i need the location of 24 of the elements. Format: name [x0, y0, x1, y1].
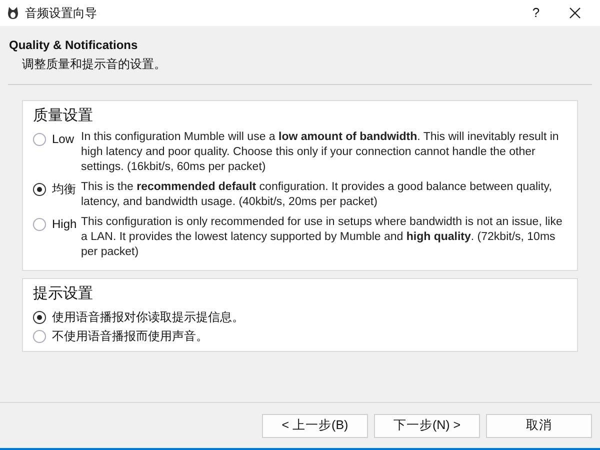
option-label: 使用语音播报对你读取提示提信息。 [52, 309, 244, 326]
group-title: 提示设置 [33, 284, 94, 304]
wizard-button[interactable]: < 上一步(B) [262, 414, 368, 438]
option-label: Low [52, 130, 74, 146]
wizard-button[interactable]: 取消 [486, 414, 592, 438]
option-description: This configuration is only recommended for use in setups where bandwidth is not an issue, like a LAN. It provides the lowest latency supported by Mumble and high quality. (72kbit/s, 10ms per packet) [81, 214, 564, 260]
app-icon [7, 6, 19, 20]
group-title: 质量设置 [33, 106, 94, 126]
radio-button[interactable] [33, 133, 46, 146]
page-subtitle: 调整质量和提示音的设置。 [21, 56, 167, 73]
radio-button[interactable] [33, 183, 46, 196]
page-title: Quality & Notifications [9, 37, 139, 54]
option-label: 不使用语音播报而使用声音。 [52, 328, 208, 345]
radio-button[interactable] [33, 310, 46, 324]
radio-button[interactable] [33, 330, 46, 342]
option-label: 均衡 [52, 180, 76, 196]
radio-button[interactable] [33, 218, 46, 231]
close-icon [569, 7, 581, 19]
option-description: In this configuration Mumble will use a low amount of bandwidth. This will inevitably result in high latency and poor quality. Choose this only if your connection cannot handle the other settings. (16kbit/s, 60ms per packet) [81, 130, 560, 174]
window-title: 音频设置向导 [25, 5, 97, 22]
wizard-button[interactable]: 下一步(N) > [374, 414, 480, 438]
option-label: High [52, 216, 77, 232]
help-button[interactable]: ? [521, 3, 551, 23]
option-description: This is the recommended default configuration. It provides a good balance between quality, latency, and bandwidth usage. (40kbit/s, 20ms per packet) [81, 180, 553, 210]
